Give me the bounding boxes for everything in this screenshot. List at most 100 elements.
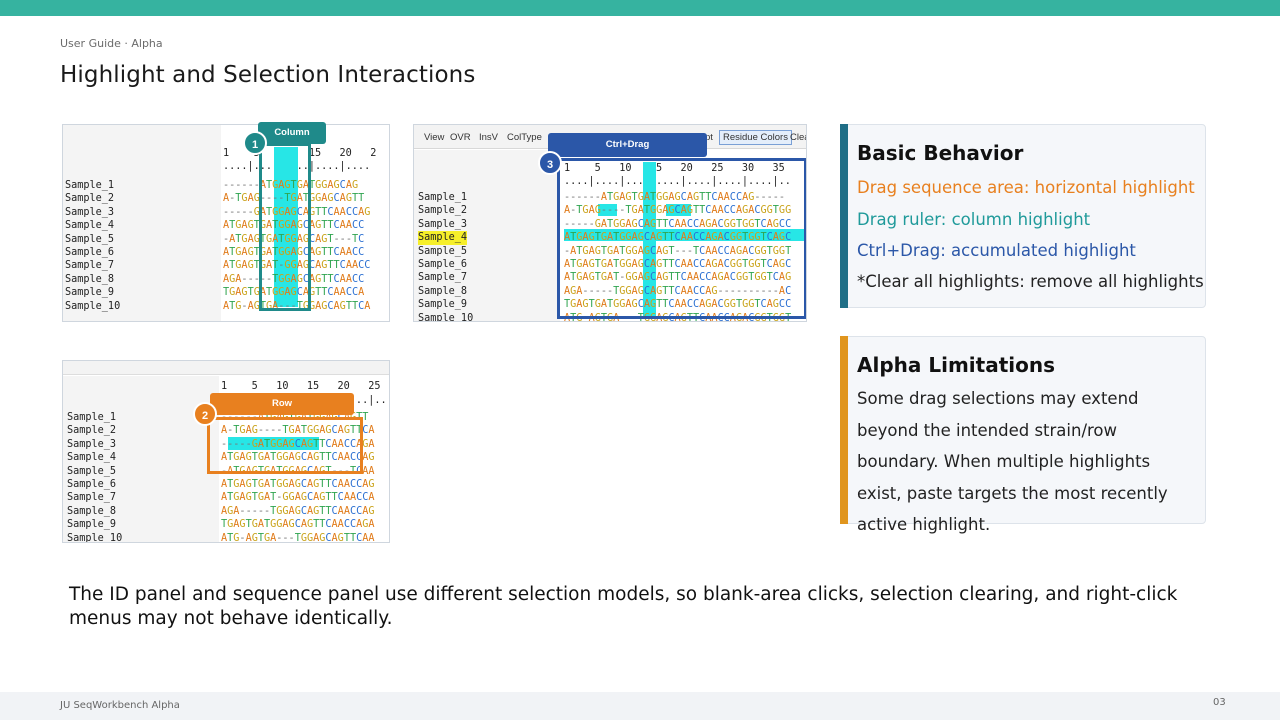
sequence-row[interactable]: AGA-----TGGAGCAGTTCAACCAG xyxy=(221,505,375,518)
id-row: Sample_10 xyxy=(67,532,122,542)
sample-id[interactable]: Sample_5 xyxy=(67,465,122,478)
callout-number-1: 1 xyxy=(243,131,267,155)
id-row: Sample_8 xyxy=(418,285,473,298)
id-row: Sample_1 xyxy=(67,411,122,424)
sample-id[interactable]: Sample_1 xyxy=(65,179,120,192)
sample-id[interactable]: Sample_4 xyxy=(418,231,468,245)
id-row: Sample_6 xyxy=(65,246,120,259)
sample-id[interactable]: Sample_4 xyxy=(67,451,122,464)
screenshot-column-highlight: 1 5 10 15 20 2 ....|....|....|....|.... … xyxy=(62,124,390,322)
sample-id[interactable]: Sample_9 xyxy=(418,298,473,311)
card-title: Alpha Limitations xyxy=(857,353,1055,377)
id-panel[interactable]: Sample_1 Sample_2 Sample_3 Sample_4 Sample_5… xyxy=(67,411,122,542)
sample-id[interactable]: Sample_8 xyxy=(418,285,473,298)
id-row: Sample_5 xyxy=(65,233,120,246)
basic-line-clear-all: *Clear all highlights: remove all highli… xyxy=(857,272,1204,291)
view-menu[interactable]: View xyxy=(424,132,444,143)
sample-id[interactable]: Sample_1 xyxy=(418,191,473,204)
id-row: Sample_7 xyxy=(67,491,122,504)
id-row: Sample_2 xyxy=(65,192,120,205)
sample-id[interactable]: Sample_2 xyxy=(418,204,473,217)
residue-colors-button[interactable]: Residue Colors xyxy=(719,130,792,145)
id-row: Sample_2 xyxy=(67,424,122,437)
sample-id[interactable]: Sample_5 xyxy=(65,233,120,246)
id-row: Sample_3 xyxy=(65,206,120,219)
sample-id[interactable]: Sample_5 xyxy=(418,245,473,258)
sample-id[interactable]: Sample_3 xyxy=(418,218,473,231)
breadcrumb: User Guide · Alpha xyxy=(60,37,163,50)
insv-toggle[interactable]: InsV xyxy=(479,132,498,143)
sample-id[interactable]: Sample_3 xyxy=(67,438,122,451)
card-title: Basic Behavior xyxy=(857,141,1024,165)
sample-id[interactable]: Sample_6 xyxy=(418,258,473,271)
callout-number-2: 2 xyxy=(193,402,217,426)
id-row: Sample_1 xyxy=(418,191,473,204)
id-panel[interactable]: Sample_1 Sample_2 Sample_3 Sample_4 Sample_5… xyxy=(418,191,473,321)
sample-id[interactable]: Sample_10 xyxy=(67,532,122,542)
sample-id[interactable]: Sample_10 xyxy=(65,300,120,313)
sample-id[interactable]: Sample_7 xyxy=(418,271,473,284)
sequence-row[interactable]: TGAGTGATGGAGCAGTTCAACCAGA xyxy=(221,518,375,531)
sequence-row[interactable]: ATGAGTGAT-GGAGCAGTTCAACCA xyxy=(221,491,375,504)
ruler-numbers[interactable]: 1 5 10 15 20 25 xyxy=(221,380,380,393)
page-number: 03 xyxy=(1213,697,1226,708)
clear-button[interactable]: Clea xyxy=(790,132,806,143)
id-row: Sample_3 xyxy=(418,218,473,231)
basic-line-column: Drag ruler: column highlight xyxy=(857,210,1091,229)
sample-id[interactable]: Sample_1 xyxy=(67,411,122,424)
id-row: Sample_6 xyxy=(418,258,473,271)
id-row: Sample_4 xyxy=(65,219,120,232)
id-row: Sample_8 xyxy=(67,505,122,518)
basic-behavior-card: Basic Behavior Drag sequence area: horiz… xyxy=(840,124,1206,308)
sample-id[interactable]: Sample_6 xyxy=(67,478,122,491)
id-row: Sample_5 xyxy=(67,465,122,478)
sample-id[interactable]: Sample_8 xyxy=(65,273,120,286)
sample-id[interactable]: Sample_3 xyxy=(65,206,120,219)
row-callout-label: Row xyxy=(210,393,354,415)
sequence-row[interactable]: ATG-AGTGA---TGGAGCAGTTCAA xyxy=(221,532,375,542)
column-callout-label: Column xyxy=(258,122,326,144)
id-row: Sample_10 xyxy=(65,300,120,313)
id-row: Sample_5 xyxy=(418,245,473,258)
page-title: Highlight and Selection Interactions xyxy=(60,62,476,88)
callout-number-3: 3 xyxy=(538,151,562,175)
selection-model-note: The ID panel and sequence panel use diff… xyxy=(69,584,1178,629)
id-row: Sample_7 xyxy=(418,271,473,284)
sample-id[interactable]: Sample_9 xyxy=(67,518,122,531)
ovr-toggle[interactable]: OVR xyxy=(450,132,471,143)
basic-line-ctrl-drag: Ctrl+Drag: accumulated highlight xyxy=(857,241,1136,260)
panel-header xyxy=(63,361,389,375)
id-row: Sample_9 xyxy=(67,518,122,531)
column-outline xyxy=(259,143,311,311)
id-row: Sample_3 xyxy=(67,438,122,451)
sample-id[interactable]: Sample_6 xyxy=(65,246,120,259)
sequence-row[interactable]: ATGAGTGATGGAGCAGTTCAACCAG xyxy=(221,478,375,491)
sample-id[interactable]: Sample_4 xyxy=(65,219,120,232)
card-accent xyxy=(840,336,848,524)
row-outline xyxy=(207,417,363,474)
id-row: Sample_6 xyxy=(67,478,122,491)
id-row: Sample_4 xyxy=(418,231,473,245)
id-panel[interactable]: Sample_1 Sample_2 Sample_3 Sample_4 Sample_5… xyxy=(65,179,120,313)
top-accent-bar xyxy=(0,0,1280,16)
basic-line-horizontal: Drag sequence area: horizontal highlight xyxy=(857,178,1195,197)
sample-id[interactable]: Sample_10 xyxy=(418,312,473,321)
sample-id[interactable]: Sample_2 xyxy=(65,192,120,205)
id-row: Sample_9 xyxy=(418,298,473,311)
sample-id[interactable]: Sample_9 xyxy=(65,286,120,299)
footer: JU SeqWorkbench Alpha 03 xyxy=(0,692,1280,720)
sample-id[interactable]: Sample_7 xyxy=(67,491,122,504)
alpha-limitations-text: Some drag selections may extend beyond t… xyxy=(857,389,1168,534)
sample-id[interactable]: Sample_2 xyxy=(67,424,122,437)
id-row: Sample_7 xyxy=(65,259,120,272)
id-row: Sample_1 xyxy=(65,179,120,192)
sample-id[interactable]: Sample_8 xyxy=(67,505,122,518)
footer-product-name: JU SeqWorkbench Alpha xyxy=(60,700,180,711)
id-row: Sample_4 xyxy=(67,451,122,464)
id-row: Sample_9 xyxy=(65,286,120,299)
coltype-menu[interactable]: ColType xyxy=(507,132,542,143)
alpha-limitations-card: Alpha Limitations Some drag selections m… xyxy=(840,336,1206,534)
screenshot-row-highlight: 1 5 10 15 20 25 ....|....|....|....|....… xyxy=(62,360,390,543)
ctrl-drag-callout-label: Ctrl+Drag xyxy=(548,133,707,157)
sample-id[interactable]: Sample_7 xyxy=(65,259,120,272)
